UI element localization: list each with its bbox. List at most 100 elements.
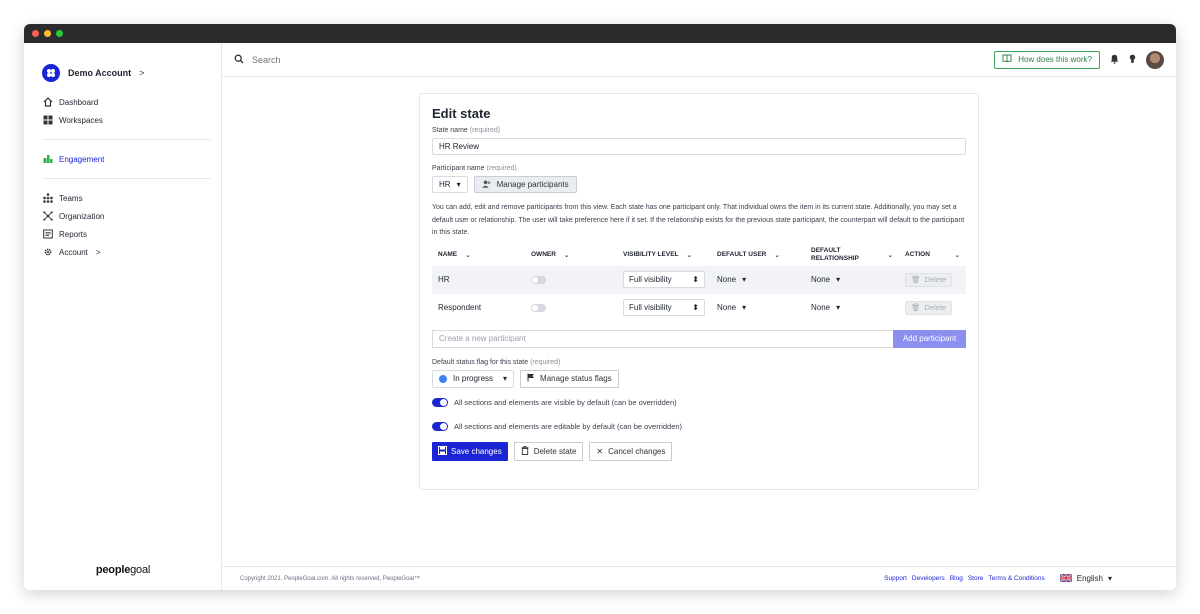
delete-participant-button[interactable]: 🗑 Delete [905,272,953,287]
home-icon [42,97,53,108]
search-input[interactable] [252,54,452,65]
column-header-action[interactable]: ACTION ⌄ [899,244,966,266]
default-relationship-select[interactable]: None ▾ [811,275,840,284]
participants-help-text: You can add, edit and remove participant… [432,204,965,236]
caret-down-icon: ▾ [836,275,841,284]
delete-participant-button[interactable]: 🗑 Delete [905,300,953,315]
bell-icon[interactable] [1110,51,1119,69]
language-selector[interactable]: English ▾ [1059,572,1112,584]
search-icon [234,51,244,69]
app-window: Demo Account > Dashboard Workspaces Enga… [24,24,1176,590]
minimize-window-dot[interactable] [44,30,51,37]
manage-status-flags-button[interactable]: Manage status flags [520,369,619,388]
cancel-changes-button[interactable]: ✕ Cancel changes [589,441,673,461]
uk-flag-icon [1059,572,1073,584]
top-bar: How does this work? [222,43,1176,77]
copyright-text: Copyright 2021, PeopleGoal.com. All righ… [240,575,421,582]
default-user-value: None [717,303,737,312]
sidebar-item-organization[interactable]: Organization [42,207,221,225]
page-title: Edit state [432,106,491,121]
avatar[interactable] [1146,50,1164,69]
sidebar-item-dashboard[interactable]: Dashboard [42,93,221,111]
default-user-value: None [717,275,737,284]
state-name-label: State name (required) [432,127,966,134]
how-does-this-work-label: How does this work? [1018,55,1092,64]
default-relationship-select[interactable]: None ▾ [811,303,840,312]
table-header-row: NAME ⌄ OWNER ⌄ VISIBILITY LEVEL ⌄ DEFAULT U… [432,244,966,266]
participant-select[interactable]: HR ▾ [432,176,468,193]
sidebar-item-account[interactable]: Account > [42,243,221,261]
default-relationship-value: None [811,275,831,284]
visible-by-default-toggle[interactable] [432,397,448,407]
footer-link-support[interactable]: Support [884,575,907,582]
caret-down-icon: ▾ [742,303,747,312]
footer-link-store[interactable]: Store [968,575,984,582]
trash-icon: 🗑 [911,275,921,284]
how-does-this-work-button[interactable]: How does this work? [994,50,1100,69]
editable-by-default-label: All sections and elements are editable b… [454,421,683,431]
account-switcher[interactable]: Demo Account > [24,43,221,89]
form-actions: Save changes Delete state ✕ Cancel chang… [432,441,966,461]
sidebar-item-label: Organization [59,211,105,221]
footer: Copyright 2021, PeopleGoal.com. All righ… [222,566,1176,590]
manage-participants-button[interactable]: Manage participants [473,176,577,193]
default-user-select[interactable]: None ▾ [717,275,746,284]
default-user-select[interactable]: None ▾ [717,303,746,312]
footer-link-terms[interactable]: Terms & Conditions [988,575,1044,582]
visibility-select[interactable]: Full visibility ⬍ [623,271,705,288]
participant-name-label: Participant name (required) [432,165,966,172]
caret-down-icon: ▾ [456,180,461,189]
trash-icon [521,445,529,457]
state-name-input[interactable]: HR Review [432,138,966,155]
column-header-default-relationship[interactable]: DEFAULT RELATIONSHIP ⌄ [805,244,899,266]
column-header-label: VISIBILITY LEVEL [623,251,679,258]
participant-select-value: HR [439,180,451,189]
sidebar-divider [42,139,211,140]
new-participant-input[interactable]: Create a new participant [432,329,893,348]
status-flag-select[interactable]: In progress ▾ [432,369,515,388]
close-window-dot[interactable] [32,30,39,37]
required-hint: (required) [469,127,501,134]
lightbulb-icon[interactable] [1129,51,1136,69]
engagement-icon [42,154,53,165]
organization-icon [42,211,53,222]
chevron-down-icon: ⌄ [954,251,960,259]
account-name: Demo Account [68,68,132,78]
add-participant-button[interactable]: Add participant [893,329,966,348]
account-logo-icon [42,64,60,82]
delete-label: Delete [924,303,947,312]
sidebar-item-reports[interactable]: Reports [42,225,221,243]
column-header-label: DEFAULT RELATIONSHIP [811,246,859,262]
column-header-default-user[interactable]: DEFAULT USER ⌄ [711,244,805,266]
chevron-down-icon: ⌄ [774,251,780,259]
manage-status-flags-label: Manage status flags [540,374,612,383]
editable-by-default-toggle[interactable] [432,421,448,431]
required-hint: (required) [486,165,517,172]
footer-links: Support Developers Blog Store Terms & Co… [884,572,1112,584]
sidebar-item-engagement[interactable]: Engagement [42,150,221,168]
teams-icon [42,193,53,204]
owner-toggle[interactable] [531,303,546,312]
owner-toggle[interactable] [531,275,546,284]
sidebar-item-workspaces[interactable]: Workspaces [42,111,221,129]
users-icon [481,180,492,190]
caret-down-icon: ▾ [503,374,508,383]
footer-link-developers[interactable]: Developers [912,575,945,582]
grid-icon [42,115,53,126]
column-header-visibility[interactable]: VISIBILITY LEVEL ⌄ [617,244,711,266]
column-header-label: NAME [438,251,458,258]
footer-link-blog[interactable]: Blog [950,575,963,582]
updown-icon: ⬍ [692,303,699,312]
column-header-name[interactable]: NAME ⌄ [432,244,525,266]
default-relationship-value: None [811,303,831,312]
chevron-down-icon: ⌄ [887,251,893,259]
sidebar-item-teams[interactable]: Teams [42,189,221,207]
maximize-window-dot[interactable] [56,30,63,37]
column-header-owner[interactable]: OWNER ⌄ [525,244,617,266]
save-changes-button[interactable]: Save changes [432,441,508,461]
delete-state-button[interactable]: Delete state [513,441,584,461]
sidebar-item-label: Engagement [59,154,105,164]
visibility-select[interactable]: Full visibility ⬍ [623,299,705,316]
participant-name-label-text: Participant name [432,165,485,172]
column-header-label: OWNER [531,251,556,258]
